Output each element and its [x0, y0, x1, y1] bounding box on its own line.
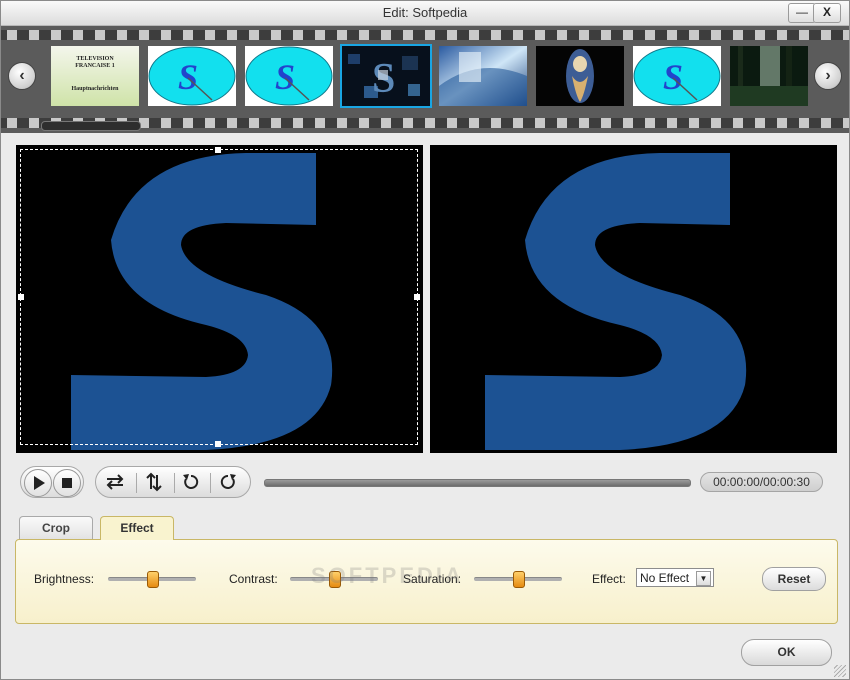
saturation-slider[interactable] — [474, 571, 562, 588]
clip-thumbnail[interactable]: S — [148, 46, 236, 106]
clip-thumbnail[interactable]: S — [633, 46, 721, 106]
effect-label: Effect: — [592, 572, 626, 586]
film-perforation-top — [1, 30, 849, 40]
rotate-right-icon — [220, 474, 236, 489]
crop-selection-frame[interactable] — [18, 147, 420, 447]
video-frame-image: S — [342, 46, 430, 106]
video-frame-image — [536, 46, 624, 106]
thumb-text: TELEVISION — [76, 56, 114, 62]
filmstrip-scrollbar[interactable] — [41, 121, 141, 131]
rotate-left-button[interactable] — [178, 469, 204, 495]
rotate-right-button[interactable] — [215, 469, 241, 495]
minimize-button[interactable]: — — [788, 3, 816, 23]
playback-controls — [20, 466, 84, 498]
contrast-label: Contrast: — [229, 572, 278, 586]
rotate-left-icon — [183, 474, 199, 489]
crop-handle-bottom[interactable] — [215, 441, 221, 447]
svg-text:S: S — [275, 57, 295, 97]
crop-handle-top[interactable] — [215, 147, 221, 153]
clip-thumbnail[interactable]: S — [245, 46, 333, 106]
softpedia-watermark: SOFTPEDIA — [311, 563, 464, 588]
s-letter-image — [485, 153, 747, 450]
stop-button[interactable] — [53, 469, 81, 497]
ok-button[interactable]: OK — [741, 639, 832, 666]
title-bar: Edit: Softpedia — X — [1, 1, 849, 26]
clip-thumbnail[interactable] — [439, 46, 527, 106]
chevron-right-icon[interactable]: › — [814, 62, 842, 90]
chevron-left-icon[interactable]: ‹ — [8, 62, 36, 90]
original-preview — [16, 145, 423, 453]
tab-crop[interactable]: Crop — [19, 516, 93, 539]
svg-text:S: S — [663, 57, 683, 97]
stop-icon — [62, 478, 72, 488]
crop-handle-left[interactable] — [18, 294, 24, 300]
reset-button[interactable]: Reset — [762, 567, 826, 591]
clip-filmstrip: ‹ TELEVISION FRANCAISE 1 Hauptnachrichte… — [1, 26, 849, 133]
thumb-text: FRANCAISE 1 — [75, 63, 115, 69]
flip-horizontal-button[interactable] — [102, 469, 128, 495]
window-title: Edit: Softpedia — [382, 5, 468, 20]
seek-bar[interactable] — [264, 479, 691, 487]
output-preview — [430, 145, 837, 453]
resize-grip[interactable] — [834, 665, 846, 677]
brightness-label: Brightness: — [34, 572, 95, 586]
flip-vertical-icon — [146, 472, 162, 492]
tab-effect[interactable]: Effect — [100, 516, 174, 540]
brightness-slider-knob[interactable] — [147, 571, 159, 588]
flip-horizontal-icon — [106, 474, 124, 490]
effect-select[interactable]: No Effect ▼ — [636, 568, 714, 587]
time-display: 00:00:00/00:00:30 — [700, 472, 823, 492]
saturation-slider-knob[interactable] — [513, 571, 525, 588]
thumb-text: Hauptnachrichten — [71, 86, 119, 92]
edit-window: Edit: Softpedia — X ‹ TELEVISION FRANCAI… — [0, 0, 850, 680]
clip-thumbnail[interactable] — [730, 46, 808, 106]
clip-thumbnail[interactable]: TELEVISION FRANCAISE 1 Hauptnachrichten — [51, 46, 139, 106]
softpedia-logo-icon: S — [148, 46, 236, 106]
video-frame-image — [439, 46, 527, 106]
play-icon — [34, 476, 45, 490]
clip-thumbnail-selected[interactable]: S — [340, 44, 432, 108]
transform-controls — [95, 466, 251, 498]
chevron-down-icon: ▼ — [696, 571, 711, 586]
flip-vertical-button[interactable] — [141, 469, 167, 495]
video-frame-image — [730, 46, 808, 106]
softpedia-logo-icon: S — [633, 46, 721, 106]
softpedia-logo-icon: S — [245, 46, 333, 106]
brightness-slider[interactable] — [108, 571, 196, 588]
close-button[interactable]: X — [813, 3, 841, 23]
clip-thumbnail[interactable] — [536, 46, 624, 106]
play-button[interactable] — [24, 469, 52, 497]
svg-text:S: S — [178, 57, 198, 97]
crop-handle-right[interactable] — [414, 294, 420, 300]
effect-select-value: No Effect — [640, 571, 690, 585]
